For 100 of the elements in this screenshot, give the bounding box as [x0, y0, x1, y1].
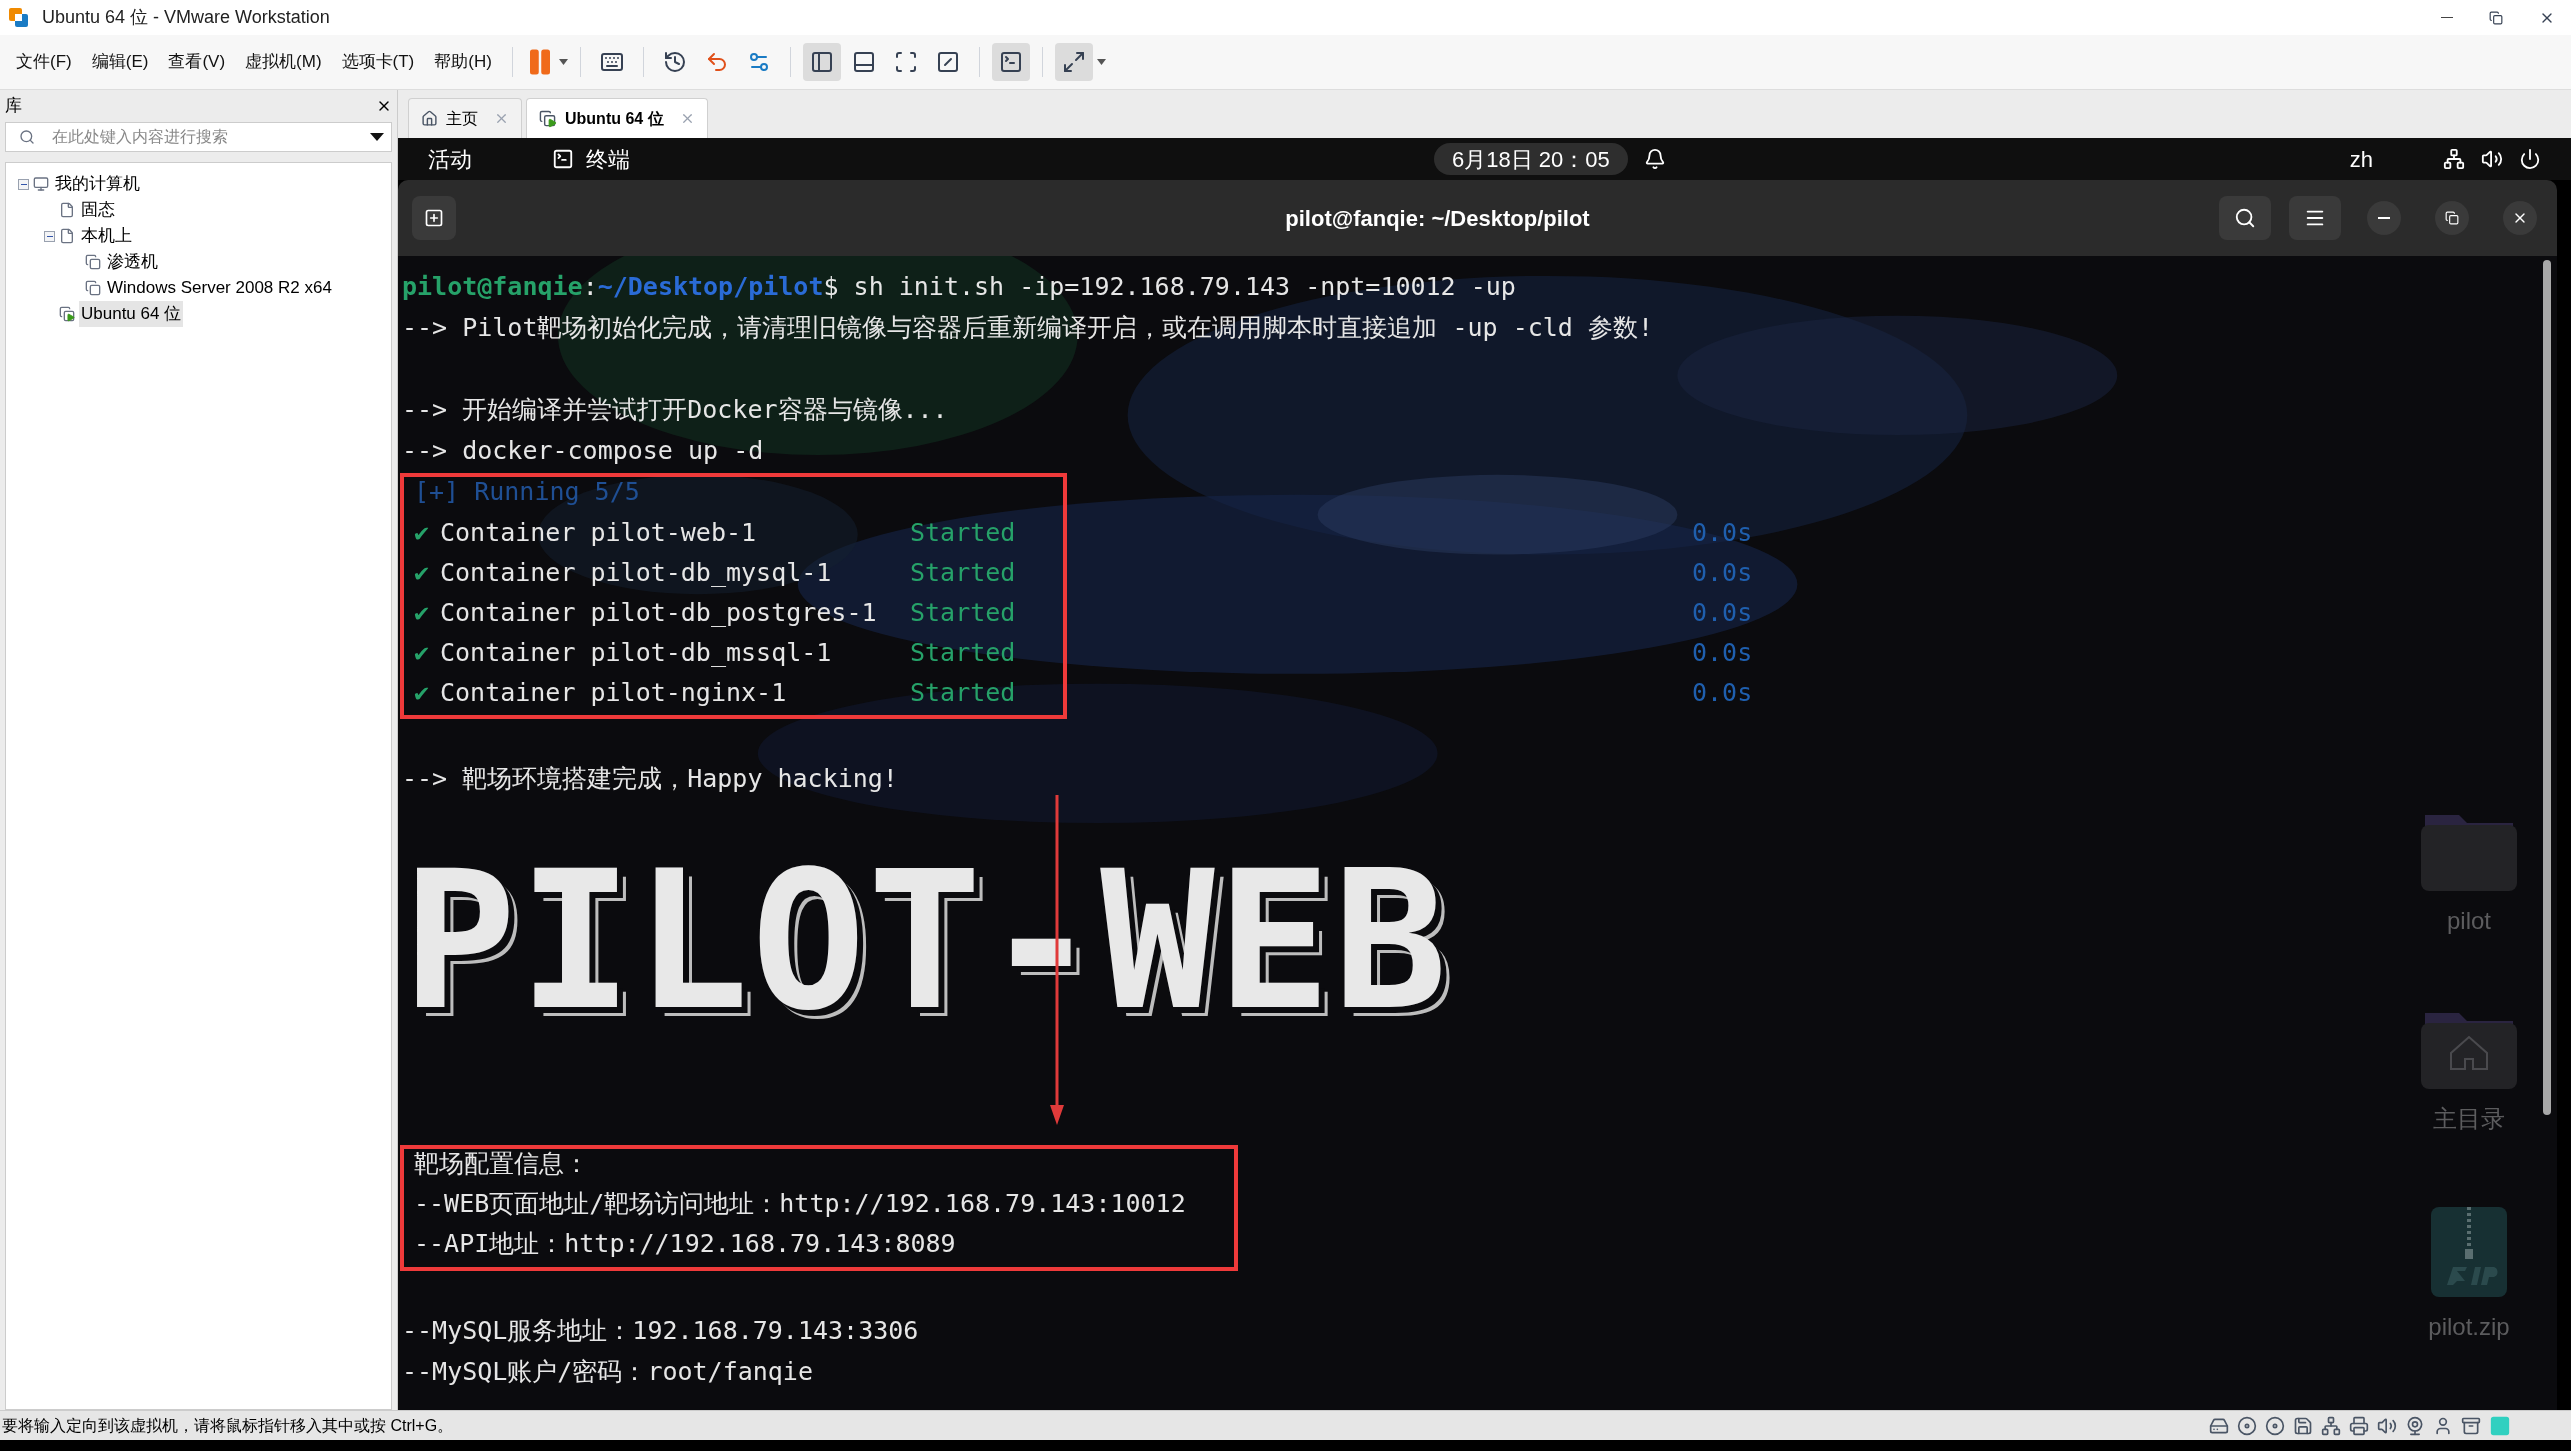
- tree-item[interactable]: Ubuntu 64 位: [79, 301, 184, 327]
- app-logo-icon: [8, 6, 30, 29]
- output-line: --WEB页面地址/靶场访问地址：http://192.168.79.143:10012: [414, 1188, 1186, 1220]
- elapsed-time: 0.0s: [1692, 557, 1753, 590]
- check-icon: ✔: [414, 594, 440, 632]
- elapsed-time: 0.0s: [1692, 597, 1753, 630]
- container-status: Started: [910, 597, 1016, 630]
- caret-icon[interactable]: [558, 59, 568, 65]
- restore-icon: [2445, 211, 2459, 225]
- container-name: Container pilot-db_mysql-1: [440, 557, 833, 590]
- container-name: Container pilot-nginx-1: [440, 677, 788, 710]
- snapshot-icon[interactable]: [662, 50, 687, 74]
- notification-icon: [1643, 148, 1666, 170]
- output-line: --> 靶场环境搭建完成，Happy hacking!: [402, 763, 898, 795]
- stretch-icon[interactable]: [1061, 50, 1086, 74]
- output-line: --MySQL服务地址：192.168.79.143:3306: [402, 1315, 919, 1347]
- elapsed-time: 0.0s: [1692, 637, 1753, 670]
- close-button[interactable]: [2503, 201, 2537, 235]
- search-field[interactable]: 在此处键入内容进行搜索: [5, 122, 392, 152]
- dropdown-arrow-icon[interactable]: [370, 133, 384, 141]
- search-icon: [19, 129, 35, 145]
- status-text: 要将输入定向到该虚拟机，请将鼠标指针移入其中或按 Ctrl+G。: [1, 1415, 454, 1436]
- network-adapter-icon[interactable]: [2321, 1415, 2341, 1436]
- menu-button[interactable]: [2289, 196, 2341, 240]
- scrollbar[interactable]: [2543, 260, 2551, 1115]
- user-icon[interactable]: [2433, 1415, 2453, 1436]
- sidebar-icon[interactable]: [809, 50, 834, 74]
- menu-item[interactable]: 虚拟机(M): [237, 49, 330, 75]
- console-icon[interactable]: [998, 50, 1023, 74]
- restore-icon[interactable]: [2489, 10, 2503, 25]
- camera-icon[interactable]: [2405, 1415, 2425, 1436]
- terminal-title: pilot@fanqie: ~/Desktop/pilot: [1284, 204, 1591, 233]
- search-icon: [2234, 207, 2256, 229]
- output-line: 靶场配置信息：: [414, 1148, 589, 1180]
- output-line: --MySQL账户/密码：root/fanqie: [402, 1356, 813, 1388]
- check-icon: ✔: [414, 554, 440, 592]
- container-status: Started: [910, 557, 1016, 590]
- terminal-icon: [552, 148, 574, 170]
- menu-item[interactable]: 选项卡(T): [333, 49, 423, 75]
- maximize-button[interactable]: [2435, 201, 2469, 235]
- menu-item[interactable]: 编辑(E): [83, 49, 157, 75]
- collapse-toggle[interactable]: [44, 230, 55, 242]
- output-line: --API地址：http://192.168.79.143:8089: [414, 1228, 956, 1260]
- container-name: Container pilot-web-1: [440, 517, 758, 550]
- disc-icon[interactable]: [2237, 1415, 2257, 1436]
- tab[interactable]: Ubuntu 64 位: [526, 98, 708, 138]
- running-vm-icon: [539, 109, 557, 128]
- app-menu[interactable]: 终端: [586, 142, 630, 176]
- language-indicator[interactable]: zh: [2349, 142, 2373, 176]
- network-icon[interactable]: [2443, 148, 2465, 170]
- new-tab-button[interactable]: [412, 196, 456, 240]
- minimize-button[interactable]: [2367, 201, 2401, 235]
- library-title: 库: [5, 95, 22, 118]
- activities-button[interactable]: 活动: [428, 142, 472, 176]
- tree-item[interactable]: Windows Server 2008 R2 x64: [105, 275, 334, 301]
- fullscreen-icon[interactable]: [893, 50, 918, 74]
- clock[interactable]: 6月18日 20：05: [1434, 143, 1628, 175]
- elapsed-time: 0.0s: [1692, 517, 1753, 550]
- computer-icon: [33, 176, 49, 192]
- new-tab-icon: [424, 208, 444, 228]
- tab[interactable]: 主页: [408, 98, 522, 138]
- search-button[interactable]: [2219, 196, 2271, 240]
- disc-icon[interactable]: [2265, 1415, 2285, 1436]
- menu-item[interactable]: 文件(F): [8, 49, 80, 75]
- container-status: Started: [910, 637, 1016, 670]
- menu-item[interactable]: 查看(V): [160, 49, 234, 75]
- keyboard-icon[interactable]: [599, 50, 624, 74]
- window-title: Ubuntu 64 位 - VMware Workstation: [42, 6, 330, 29]
- sound-icon[interactable]: [2377, 1415, 2397, 1436]
- page-icon: [59, 228, 75, 244]
- archive-icon[interactable]: [2461, 1415, 2481, 1436]
- home-icon: [421, 110, 438, 127]
- menu-item[interactable]: 帮助(H): [426, 49, 500, 75]
- output-line: --> 开始编译并尝试打开Docker容器与镜像...: [402, 394, 948, 426]
- output-line: --> docker-compose up -d: [402, 435, 764, 467]
- progress-line: [+] Running 5/5: [414, 476, 640, 508]
- floppy-icon[interactable]: [2293, 1415, 2313, 1436]
- page-icon: [59, 202, 75, 218]
- tree-item[interactable]: 固态: [79, 197, 117, 223]
- check-icon: ✔: [414, 674, 440, 712]
- printer-icon[interactable]: [2349, 1415, 2369, 1436]
- container-status: Started: [910, 677, 1016, 710]
- tree-item[interactable]: 我的计算机: [53, 171, 142, 197]
- elapsed-time: 0.0s: [1692, 677, 1753, 710]
- container-name: Container pilot-db_postgres-1: [440, 597, 878, 630]
- check-icon: ✔: [414, 634, 440, 672]
- tree-item[interactable]: 渗透机: [105, 249, 160, 275]
- volume-icon[interactable]: [2481, 148, 2503, 170]
- container-name: Container pilot-db_mssql-1: [440, 637, 833, 670]
- container-status: Started: [910, 517, 1016, 550]
- caret-icon[interactable]: [1096, 59, 1106, 65]
- zip-file-icon[interactable]: [2431, 1207, 2507, 1297]
- tree-item[interactable]: 本机上: [79, 223, 134, 249]
- power-icon[interactable]: [2519, 148, 2541, 170]
- check-icon: ✔: [414, 514, 440, 552]
- collapse-toggle[interactable]: [18, 178, 29, 190]
- minimize-icon: [2378, 217, 2390, 219]
- output-line: --> Pilot靶场初始化完成，请清理旧镜像与容器后重新编译开启，或在调用脚本时直接追加 -up -cld 参数!: [402, 312, 1654, 344]
- panel-icon[interactable]: [851, 50, 876, 74]
- unity-icon[interactable]: [935, 50, 960, 74]
